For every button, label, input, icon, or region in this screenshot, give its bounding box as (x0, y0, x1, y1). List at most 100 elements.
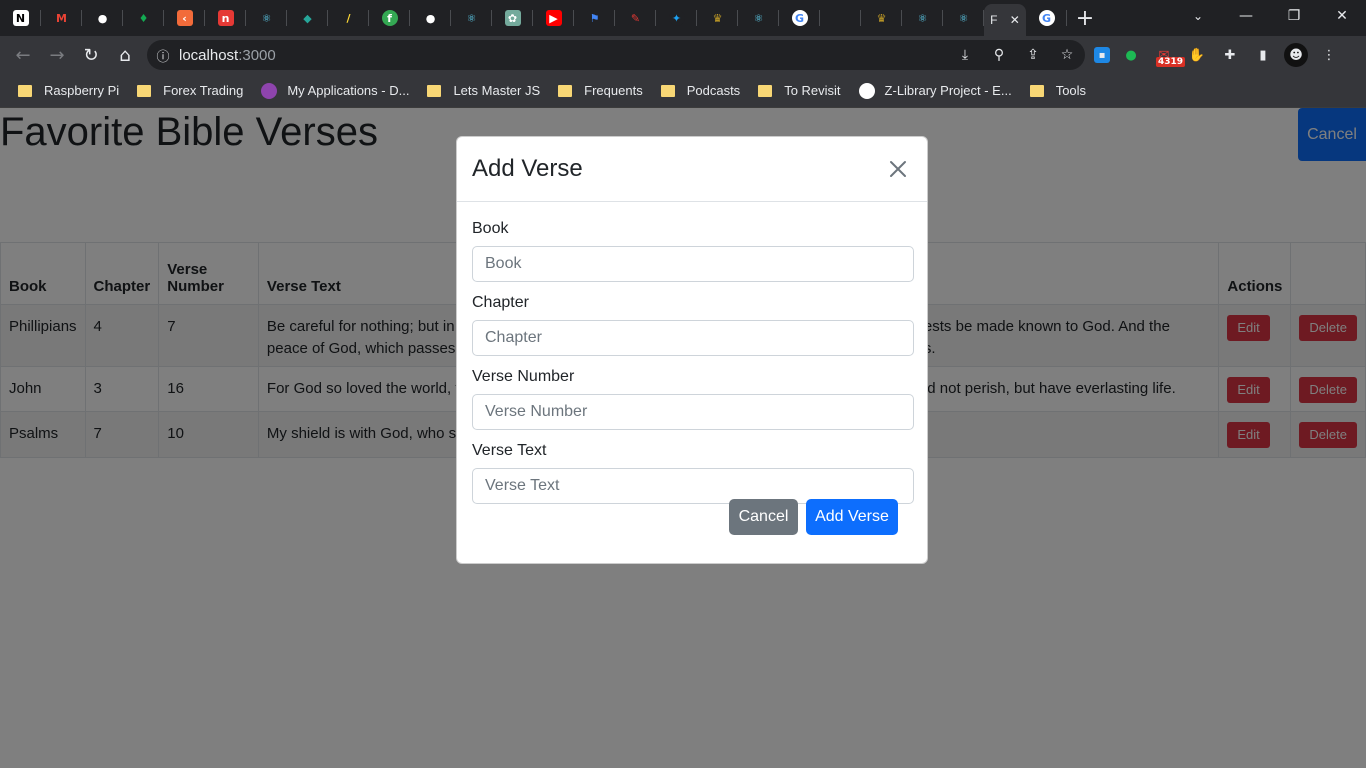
share-icon[interactable]: ⇪ (1021, 47, 1045, 63)
mail-extension-icon[interactable]: ✉ 4319 (1152, 43, 1186, 67)
tab-strip: N M ● ♦ ‹ n ⚛ ◆ / f ● ⚛ ✿ ▶ ⚑ ✎ ✦ ♛ ⚛ G ♛ ⚛ ⚛ F ✕ G + ⌄ — ❐ ✕ (0, 0, 1366, 36)
modal-footer: Cancel Add Verse (457, 499, 929, 535)
folder-icon (758, 84, 773, 97)
react-icon: ⚛ (258, 10, 275, 26)
profile-avatar[interactable]: ☻ (1284, 43, 1308, 67)
bookmark-item[interactable]: To Revisit (750, 77, 848, 105)
flag-tab[interactable]: ⚑ (574, 0, 615, 36)
address-bar[interactable]: ⓘ localhost:3000 ⤓ ⚲ ⇪ ☆ (147, 40, 1085, 70)
react-tab-3[interactable]: ⚛ (738, 0, 779, 36)
crown-tab[interactable]: ♛ (697, 0, 738, 36)
adblock-icon[interactable]: ✋ (1185, 43, 1209, 67)
news-tab[interactable]: n (205, 0, 246, 36)
bookmark-item[interactable]: Frequents (550, 77, 651, 105)
new-tab-button[interactable]: + (1067, 0, 1103, 36)
bookmark-label: Tools (1055, 83, 1087, 98)
chapter-input[interactable] (472, 320, 914, 356)
install-app-icon[interactable]: ⤓ (953, 47, 977, 63)
site-icon (261, 82, 278, 99)
modal-title: Add Verse (472, 155, 583, 182)
bookmark-star-icon[interactable]: ☆ (1055, 47, 1079, 63)
pin-tab[interactable]: ✎ (615, 0, 656, 36)
twitter-tab[interactable]: ✦ (656, 0, 697, 36)
folder-icon (558, 84, 573, 97)
github-tab-2[interactable]: ● (410, 0, 451, 36)
book-input[interactable] (472, 246, 914, 282)
page-content: Favorite Bible Verses Cancel Book Chapte… (0, 108, 1366, 768)
bookmark-item[interactable]: Raspberry Pi (10, 77, 127, 105)
bookmark-item[interactable]: Tools (1022, 77, 1094, 105)
bookmark-item[interactable]: Podcasts (653, 77, 748, 105)
bookmark-label: Frequents (584, 83, 643, 98)
extensions-area: ▪ ● ✉ 4319 ✋ ✚ ▮ ☻ ⋮ (1094, 36, 1341, 74)
verse-number-label: Verse Number (472, 368, 575, 385)
bookmark-item[interactable]: Forex Trading (129, 77, 251, 105)
react-tab[interactable]: ⚛ (246, 0, 287, 36)
crown-tab-2[interactable]: ♛ (861, 0, 902, 36)
react-4-icon: ⚛ (914, 10, 931, 26)
react-2-icon: ⚛ (463, 10, 480, 26)
blank-icon (832, 10, 849, 26)
forward-icon[interactable]: → (40, 38, 74, 72)
diamond-icon: ◆ (299, 10, 316, 26)
crown-icon: ♛ (709, 10, 726, 26)
bookmark-label: My Applications - D... (287, 83, 410, 98)
google-icon: G (1038, 10, 1055, 26)
site-icon (858, 82, 875, 99)
gmail-tab[interactable]: M (41, 0, 82, 36)
fh-tab[interactable]: f (369, 0, 410, 36)
github-tab[interactable]: ● (82, 0, 123, 36)
extension-blue-icon[interactable]: ▪ (1094, 47, 1110, 63)
notion-tab[interactable]: N (0, 0, 41, 36)
verse-text-label: Verse Text (472, 442, 547, 459)
mongodb-tab[interactable]: ♦ (123, 0, 164, 36)
react-tab-5[interactable]: ⚛ (943, 0, 984, 36)
cancel-button[interactable]: Cancel (729, 499, 798, 535)
folder-icon (427, 84, 442, 97)
bookmark-item[interactable]: Lets Master JS (419, 77, 548, 105)
google-tab[interactable]: G (779, 0, 820, 36)
blank-tab[interactable] (820, 0, 861, 36)
window-controls: — ❐ ✕ (1222, 0, 1366, 32)
active-tab[interactable]: F ✕ (984, 4, 1026, 36)
react-tab-4[interactable]: ⚛ (902, 0, 943, 36)
google-tab-2[interactable]: G (1026, 0, 1067, 36)
twitter-icon: ✦ (668, 10, 685, 26)
extension-green-icon[interactable]: ● (1119, 43, 1143, 67)
folder-icon (1029, 84, 1044, 97)
side-panel-icon[interactable]: ▮ (1251, 43, 1275, 67)
site-info-icon[interactable]: ⓘ (147, 46, 179, 65)
diamond-tab[interactable]: ◆ (287, 0, 328, 36)
chapter-label: Chapter (472, 294, 529, 311)
close-icon[interactable] (884, 155, 912, 183)
chatgpt-tab[interactable]: ✿ (492, 0, 533, 36)
browser-toolbar: ← → ↻ ⌂ ⓘ localhost:3000 ⤓ ⚲ ⇪ ☆ ▪ ● ✉ 43… (0, 36, 1366, 74)
folder-icon (137, 84, 152, 97)
restore-icon[interactable]: ❐ (1270, 0, 1318, 32)
news-icon: n (217, 10, 234, 26)
close-window-icon[interactable]: ✕ (1318, 0, 1366, 32)
zoom-icon[interactable]: ⚲ (987, 47, 1011, 63)
bookmark-label: To Revisit (784, 83, 841, 98)
minimize-icon[interactable]: — (1222, 0, 1270, 32)
menu-kebab-icon[interactable]: ⋮ (1317, 43, 1341, 67)
back-icon[interactable]: ← (6, 38, 40, 72)
close-tab-icon[interactable]: ✕ (1010, 13, 1020, 27)
home-icon[interactable]: ⌂ (108, 38, 142, 72)
bookmark-item[interactable]: Z-Library Project - E... (851, 77, 1020, 105)
verse-number-input[interactable] (472, 394, 914, 430)
app-tab[interactable]: ‹ (164, 0, 205, 36)
add-verse-button[interactable]: Add Verse (806, 499, 898, 535)
notion-icon: N (12, 10, 29, 26)
folder-icon (660, 84, 675, 97)
reload-icon[interactable]: ↻ (74, 38, 108, 72)
slash-tab[interactable]: / (328, 0, 369, 36)
extensions-puzzle-icon[interactable]: ✚ (1218, 43, 1242, 67)
bookmark-item[interactable]: My Applications - D... (253, 77, 417, 105)
url-text: localhost:3000 (179, 47, 276, 64)
youtube-icon: ▶ (545, 10, 562, 26)
react-tab-2[interactable]: ⚛ (451, 0, 492, 36)
flag-icon: ⚑ (586, 10, 603, 26)
youtube-tab[interactable]: ▶ (533, 0, 574, 36)
tab-search-icon[interactable]: ⌄ (1184, 0, 1212, 32)
